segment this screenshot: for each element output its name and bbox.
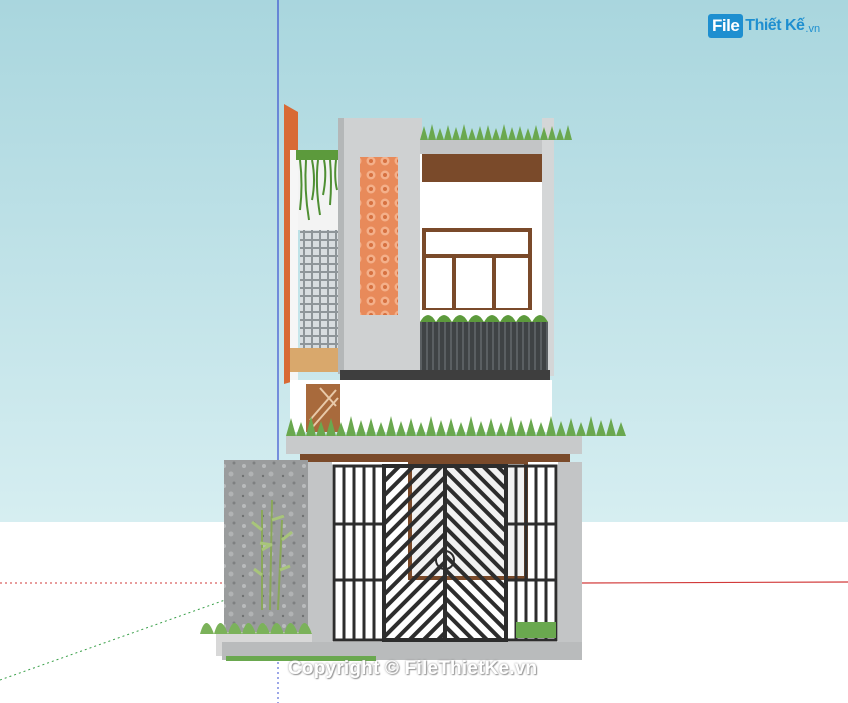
gate-center-left-leaf [382, 464, 447, 642]
house-facade-render [0, 0, 848, 703]
gate-bottom-grass [516, 622, 556, 638]
stone-wall [224, 460, 308, 640]
brick-screen [360, 157, 398, 315]
glass-block-column [300, 225, 338, 350]
wood-planter [290, 348, 340, 372]
left-gate-pillar [308, 462, 332, 644]
left-upper-wall [298, 150, 340, 230]
fin-wall-white [290, 150, 298, 380]
logo-tld-text: .vn [805, 22, 821, 35]
logo-box-text: File [708, 14, 744, 38]
canopy-slab [286, 436, 582, 454]
logo-main-text: Thiết Kế [745, 17, 805, 34]
upper-window-transom [426, 232, 528, 254]
tower-shade [338, 118, 344, 374]
balcony-slab [340, 370, 550, 380]
right-gate-pillar [558, 462, 582, 644]
balcony-planter [420, 322, 548, 372]
roof-soffit [422, 154, 546, 182]
upper-window-glass-1 [426, 258, 452, 308]
filethietke-logo: File Thiết Kế .vn [708, 14, 820, 38]
roof-slab [420, 140, 552, 154]
upper-window-glass-3 [496, 258, 528, 308]
upper-window-glass-2 [456, 258, 492, 308]
gate-center-right-leaf [443, 464, 508, 642]
copyright-watermark: Copyright © FileThietKe.vn [288, 658, 538, 679]
